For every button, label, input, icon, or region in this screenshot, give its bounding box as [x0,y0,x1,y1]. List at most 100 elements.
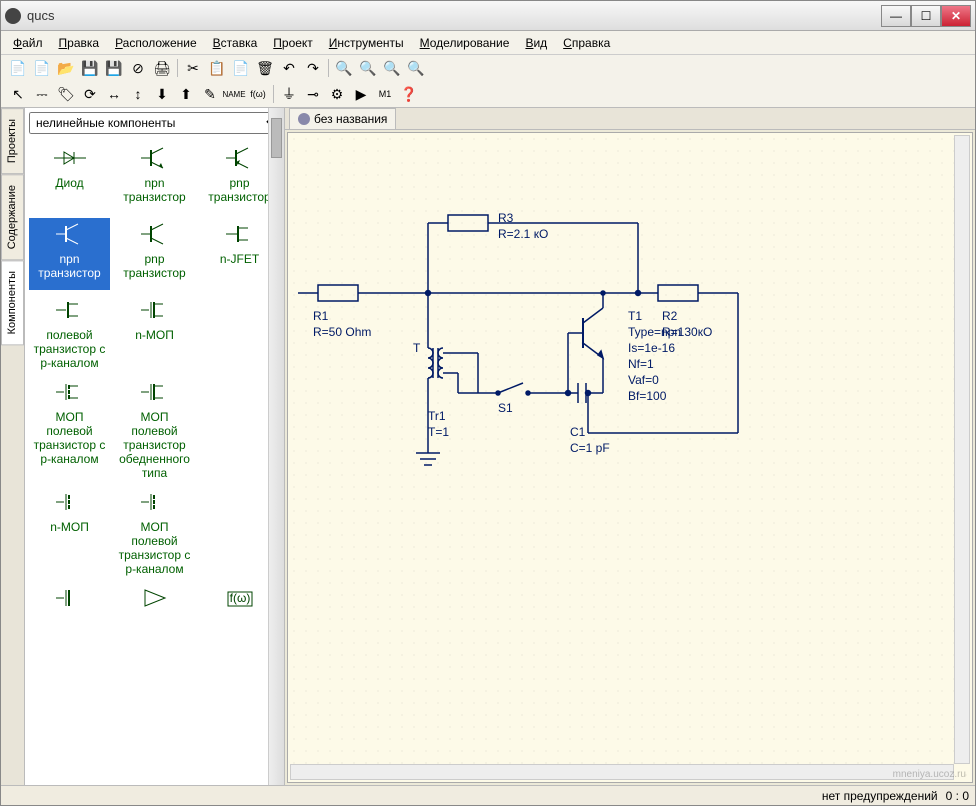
comp-pmos[interactable]: МОП полевой транзистор с p-каналом [29,376,110,482]
ground-icon[interactable]: ⏚ [278,83,300,105]
canvas-vscrollbar[interactable] [954,135,970,764]
marker-icon[interactable]: M1 [374,83,396,105]
comp-label: n-МОП [50,520,89,534]
comp-label: МОП полевой транзистор обедненного типа [116,410,193,480]
cut-icon[interactable]: ✂ [182,57,204,79]
toolbar-row-2: ↖ ⎓ 🏷 ⟳ ↔ ↕ ⬇ ⬆ ✎ NAME f(ω) ⏚ ⊸ ⚙ ▶ M1 ❓ [1,81,975,107]
canvas-area: без названия [285,108,975,785]
comp-npn-2[interactable]: npn транзистор [29,218,110,290]
close-file-icon[interactable]: ⊘ [127,57,149,79]
zoom-1-icon[interactable]: 🔍 [405,57,427,79]
comp-nmos[interactable]: n-МОП [114,294,195,372]
sidetab-contents[interactable]: Содержание [1,174,24,260]
schematic-canvas[interactable]: R3 R=2.1 кО R1 R=50 Ohm R2 R=130кО T1 Ty… [287,132,973,783]
maximize-button[interactable]: ☐ [911,5,941,27]
scrollbar-thumb[interactable] [271,118,282,158]
delete-icon[interactable]: 🗑 [254,57,276,79]
zoom-in-icon[interactable]: 🔍 [333,57,355,79]
wire-icon[interactable]: ⎓ [31,83,53,105]
port-icon[interactable]: ⊸ [302,83,324,105]
undo-icon[interactable]: ↶ [278,57,300,79]
save-icon[interactable]: 💾 [79,57,101,79]
menu-simulation[interactable]: Моделирование [414,34,516,52]
menu-tools[interactable]: Инструменты [323,34,410,52]
deactivate-icon[interactable]: ⬆ [175,83,197,105]
close-button[interactable]: ✕ [941,5,971,27]
redo-icon[interactable]: ↷ [302,57,324,79]
status-warnings: нет предупреждений [822,789,938,803]
comp-label: npn транзистор [116,176,193,204]
menu-position[interactable]: Расположение [109,34,203,52]
comp-label: полевой транзистор с p-каналом [31,328,108,370]
npn-icon [137,144,173,172]
sidetab-projects[interactable]: Проекты [1,108,24,174]
saveall-icon[interactable]: 💾 [103,57,125,79]
pointer-icon[interactable]: ↖ [7,83,29,105]
pnp-icon [137,220,173,248]
comp-nmos-2[interactable]: n-МОП [29,486,110,578]
menu-edit-label: равка [67,36,99,50]
comp-pmos-2[interactable]: МОП полевой транзистор с p-каналом [114,486,195,578]
menu-file[interactable]: Файл [7,34,49,52]
comp-depmos[interactable]: МОП полевой транзистор обедненного типа [114,376,195,482]
sidetab-components[interactable]: Компоненты [1,260,24,345]
label-icon[interactable]: 🏷 [55,83,77,105]
mirror-y-icon[interactable]: ↕ [127,83,149,105]
separator [177,59,178,77]
canvas-tab[interactable]: без названия [289,108,396,129]
panel-scrollbar[interactable] [268,108,284,785]
help-icon[interactable]: ❓ [398,83,420,105]
label-c1-name: C1 [570,425,585,439]
menu-project[interactable]: Проект [267,34,319,52]
titlebar: qucs — ☐ ✕ [1,1,975,31]
component-category-select[interactable]: нелинейные компоненты [29,112,280,134]
comp-label: МОП полевой транзистор с p-каналом [31,410,108,466]
label-t1-p5: Bf=100 [628,389,666,403]
comp-label: pnp транзистор [116,252,193,280]
comp-sym-1[interactable] [29,582,110,654]
new-icon[interactable]: 📄 [7,57,29,79]
rotate-icon[interactable]: ⟳ [79,83,101,105]
activate-icon[interactable]: ⬇ [151,83,173,105]
menu-edit[interactable]: Правка [53,34,106,52]
paste-icon[interactable]: 📄 [230,57,252,79]
menu-insert-label: ставка [221,36,258,50]
mirror-x-icon[interactable]: ↔ [103,83,125,105]
menu-sim-label: оделирование [430,36,510,50]
comp-pnp-2[interactable]: pnp транзистор [114,218,195,290]
label-s1-name: S1 [498,401,513,415]
simulate-icon[interactable]: ▶ [350,83,372,105]
menu-position-label: асположение [123,36,197,50]
label-r1-param: R=50 Ohm [313,325,371,339]
zoom-fit-icon[interactable]: 🔍 [381,57,403,79]
toolbar-row-1: 📄 📄 📂 💾 💾 ⊘ 🖨 ✂ 📋 📄 🗑 ↶ ↷ 🔍 🔍 🔍 🔍 [1,55,975,81]
print-icon[interactable]: 🖨 [151,57,173,79]
copy-icon[interactable]: 📋 [206,57,228,79]
comp-opamp[interactable] [114,582,195,654]
comp-diode[interactable]: Диод [29,142,110,214]
menu-view[interactable]: Вид [519,34,553,52]
component-grid: Диод npn транзистор pnp транзистор npn т… [25,138,284,785]
equation-icon[interactable]: f(ω) [247,83,269,105]
jfet-icon [222,220,258,248]
open-icon[interactable]: 📂 [55,57,77,79]
menu-help[interactable]: Справка [557,34,616,52]
comp-label: pnp транзистор [201,176,278,204]
name-icon[interactable]: NAME [223,83,245,105]
svg-text:f(ω): f(ω) [229,591,250,605]
wand-icon[interactable]: ✎ [199,83,221,105]
comp-pfet[interactable]: полевой транзистор с p-каналом [29,294,110,372]
schematic-drawing: R3 R=2.1 кО R1 R=50 Ohm R2 R=130кО T1 Ty… [298,193,858,553]
zoom-out-icon[interactable]: 🔍 [357,57,379,79]
component-panel: x нелинейные компоненты Диод npn транзис… [25,108,285,785]
canvas-hscrollbar[interactable] [290,764,954,780]
new-text-icon[interactable]: 📄 [31,57,53,79]
menu-insert[interactable]: Вставка [207,34,264,52]
gear-icon[interactable]: ⚙ [326,83,348,105]
main-window: qucs — ☐ ✕ Файл Правка Расположение Вста… [0,0,976,806]
minimize-button[interactable]: — [881,5,911,27]
menu-file-label: айл [22,36,42,50]
comp-npn[interactable]: npn транзистор [114,142,195,214]
label-r3-param: R=2.1 кО [498,227,548,241]
label-tr1-name: Tr1 [428,409,446,423]
